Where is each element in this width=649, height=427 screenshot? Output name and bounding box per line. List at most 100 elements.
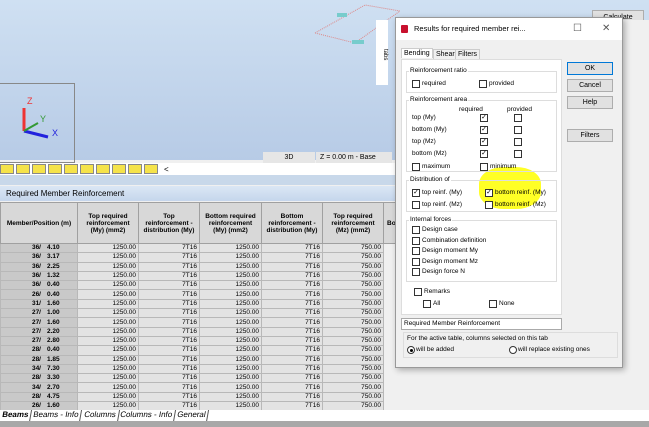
table-cell[interactable]: 1250.00 bbox=[199, 391, 262, 403]
ok-button[interactable]: OK bbox=[567, 62, 613, 75]
force-checkbox[interactable] bbox=[412, 247, 420, 255]
table-cell[interactable]: 1250.00 bbox=[199, 345, 262, 356]
table-cell[interactable]: 7T16 bbox=[138, 308, 200, 319]
table-cell[interactable]: 7T16 bbox=[138, 298, 200, 310]
distribution-checkbox[interactable]: ✓ bbox=[485, 189, 493, 197]
tool-icon[interactable] bbox=[0, 164, 14, 174]
area-provided-checkbox[interactable] bbox=[514, 150, 522, 158]
distribution-checkbox[interactable]: ✓ bbox=[412, 189, 420, 197]
table-cell[interactable]: 1250.00 bbox=[199, 261, 262, 272]
remarks-none-checkbox[interactable] bbox=[489, 300, 497, 308]
member-position-cell[interactable]: 26/0.40 bbox=[0, 289, 78, 300]
table-cell[interactable]: 7T16 bbox=[261, 363, 323, 375]
force-checkbox[interactable] bbox=[412, 226, 420, 234]
table-cell[interactable]: 7T16 bbox=[261, 354, 323, 365]
column-header[interactable]: Bottom reinforcement - distribution (My) bbox=[261, 202, 323, 244]
area-provided-checkbox[interactable] bbox=[514, 126, 522, 134]
table-cell[interactable]: 1250.00 bbox=[77, 363, 139, 375]
ratio-provided-checkbox[interactable] bbox=[479, 80, 487, 88]
table-cell[interactable]: 1250.00 bbox=[199, 363, 262, 375]
table-cell[interactable]: 7T16 bbox=[261, 261, 323, 272]
table-cell[interactable]: 1250.00 bbox=[77, 261, 139, 272]
tool-icon[interactable] bbox=[48, 164, 62, 174]
area-provided-checkbox[interactable] bbox=[514, 114, 522, 122]
table-cell[interactable]: 7T16 bbox=[138, 382, 200, 393]
column-header[interactable]: Top reinforcement - distribution (My) bbox=[138, 202, 200, 244]
tool-icon[interactable] bbox=[16, 164, 30, 174]
table-cell[interactable]: 1250.00 bbox=[77, 298, 139, 310]
table-row[interactable]: 27/2.20 1250.00 7T16 1250.00 7T16 750.00 bbox=[0, 326, 404, 337]
splitter[interactable] bbox=[0, 175, 395, 185]
table-cell[interactable]: 7T16 bbox=[138, 326, 200, 337]
minimum-checkbox[interactable] bbox=[480, 163, 488, 171]
table-cell[interactable]: 1250.00 bbox=[199, 280, 262, 291]
table-cell[interactable]: 750.00 bbox=[322, 242, 384, 254]
table-cell[interactable]: 1250.00 bbox=[199, 326, 262, 337]
table-cell[interactable]: 7T16 bbox=[138, 335, 200, 347]
table-cell[interactable]: 750.00 bbox=[322, 363, 384, 375]
table-row[interactable]: 28/1.85 1250.00 7T16 1250.00 7T16 750.00 bbox=[0, 354, 404, 365]
table-cell[interactable]: 750.00 bbox=[322, 261, 384, 272]
table-cell[interactable]: 750.00 bbox=[322, 335, 384, 347]
member-position-cell[interactable]: 31/1.60 bbox=[0, 298, 78, 310]
table-row[interactable]: 36/3.17 1250.00 7T16 1250.00 7T16 750.00 bbox=[0, 252, 404, 263]
table-row[interactable]: 28/4.75 1250.00 7T16 1250.00 7T16 750.00 bbox=[0, 391, 404, 403]
table-cell[interactable]: 750.00 bbox=[322, 345, 384, 356]
distribution-checkbox[interactable] bbox=[485, 201, 493, 209]
table-cell[interactable]: 1250.00 bbox=[77, 345, 139, 356]
table-row[interactable]: 36/0.40 1250.00 7T16 1250.00 7T16 750.00 bbox=[0, 280, 404, 291]
collapse-toolbar-button[interactable]: < bbox=[164, 165, 169, 174]
table-row[interactable]: 36/2.25 1250.00 7T16 1250.00 7T16 750.00 bbox=[0, 261, 404, 272]
table-cell[interactable]: 7T16 bbox=[261, 242, 323, 254]
member-position-cell[interactable]: 28/3.30 bbox=[0, 373, 78, 384]
table-cell[interactable]: 7T16 bbox=[261, 326, 323, 337]
table-cell[interactable]: 750.00 bbox=[322, 308, 384, 319]
member-position-cell[interactable]: 28/4.75 bbox=[0, 391, 78, 403]
table-cell[interactable]: 7T16 bbox=[261, 335, 323, 347]
area-provided-checkbox[interactable] bbox=[514, 138, 522, 146]
table-cell[interactable]: 1250.00 bbox=[199, 335, 262, 347]
tool-icon[interactable] bbox=[144, 164, 158, 174]
ratio-required-checkbox[interactable] bbox=[412, 80, 420, 88]
tab-shear[interactable]: Shear bbox=[433, 49, 458, 59]
table-cell[interactable]: 7T16 bbox=[261, 289, 323, 300]
table-row[interactable]: 36/4.10 1250.00 7T16 1250.00 7T16 750.00 bbox=[0, 242, 404, 254]
table-cell[interactable] bbox=[383, 382, 404, 393]
area-required-checkbox[interactable]: ✓ bbox=[480, 114, 488, 122]
table-cell[interactable]: 1250.00 bbox=[199, 354, 262, 365]
tool-icon[interactable] bbox=[112, 164, 126, 174]
table-row[interactable]: 31/1.60 1250.00 7T16 1250.00 7T16 750.00 bbox=[0, 298, 404, 310]
table-row[interactable]: 34/7.30 1250.00 7T16 1250.00 7T16 750.00 bbox=[0, 363, 404, 375]
maximize-icon[interactable]: ☐ bbox=[573, 18, 582, 40]
table-cell[interactable]: 1250.00 bbox=[199, 317, 262, 328]
column-header[interactable]: Member/Position (m) bbox=[0, 202, 78, 244]
table-cell[interactable]: 1250.00 bbox=[199, 289, 262, 300]
table-cell[interactable]: 7T16 bbox=[138, 252, 200, 263]
table-cell[interactable]: 7T16 bbox=[138, 261, 200, 272]
table-cell[interactable]: 7T16 bbox=[138, 270, 200, 282]
tool-icon[interactable] bbox=[64, 164, 78, 174]
table-cell[interactable]: 7T16 bbox=[261, 373, 323, 384]
table-cell[interactable]: 1250.00 bbox=[77, 252, 139, 263]
table-row[interactable]: 26/0.40 1250.00 7T16 1250.00 7T16 750.00 bbox=[0, 289, 404, 300]
table-cell[interactable]: 7T16 bbox=[138, 373, 200, 384]
table-cell[interactable]: 1250.00 bbox=[77, 391, 139, 403]
table-row[interactable]: 27/2.80 1250.00 7T16 1250.00 7T16 750.00 bbox=[0, 335, 404, 347]
member-position-cell[interactable]: 27/1.00 bbox=[0, 308, 78, 319]
table-cell[interactable]: 1250.00 bbox=[199, 270, 262, 282]
table-cell[interactable]: 1250.00 bbox=[199, 252, 262, 263]
table-cell[interactable]: 750.00 bbox=[322, 289, 384, 300]
table-cell[interactable]: 1250.00 bbox=[77, 289, 139, 300]
table-cell[interactable]: 7T16 bbox=[138, 242, 200, 254]
member-position-cell[interactable]: 36/1.32 bbox=[0, 270, 78, 282]
table-cell[interactable]: 1250.00 bbox=[199, 382, 262, 393]
area-required-checkbox[interactable]: ✓ bbox=[480, 150, 488, 158]
table-row[interactable]: 28/0.40 1250.00 7T16 1250.00 7T16 750.00 bbox=[0, 345, 404, 356]
table-cell[interactable]: 750.00 bbox=[322, 252, 384, 263]
table-cell[interactable]: 7T16 bbox=[261, 391, 323, 403]
filters-button[interactable]: Filters bbox=[567, 129, 613, 142]
will-be-added-radio[interactable] bbox=[407, 346, 415, 354]
column-header[interactable]: Top required reinforcement (My) (mm2) bbox=[77, 202, 139, 244]
table-cell[interactable]: 7T16 bbox=[138, 289, 200, 300]
table-cell[interactable] bbox=[383, 373, 404, 383]
